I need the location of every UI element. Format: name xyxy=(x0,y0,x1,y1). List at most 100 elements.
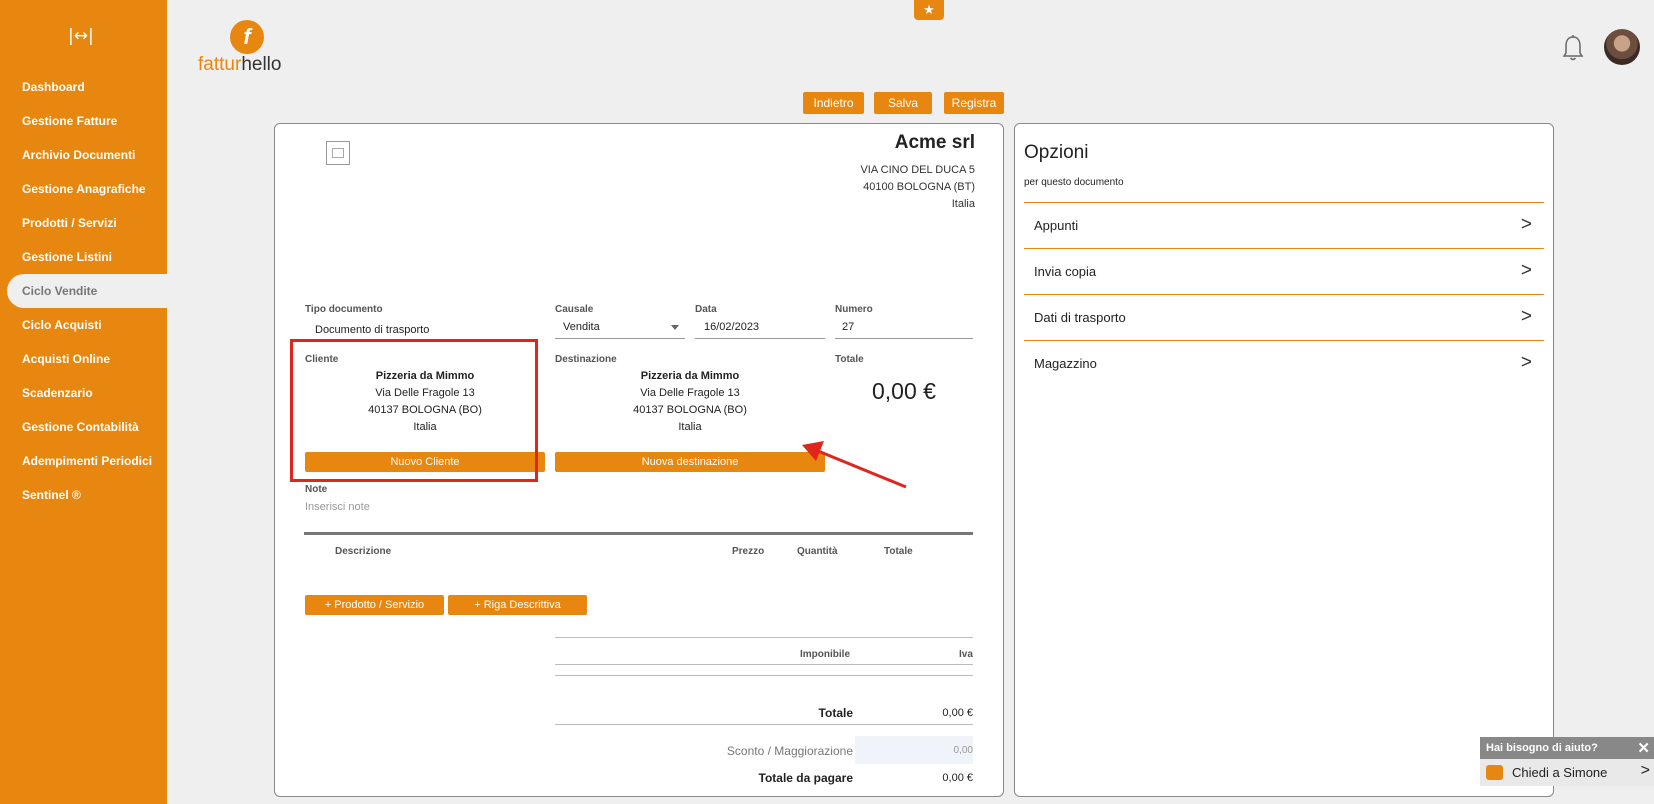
company-city: 40100 BOLOGNA (BT) xyxy=(863,181,975,193)
note-input[interactable]: Inserisci note xyxy=(305,501,370,513)
date-input[interactable]: 16/02/2023 xyxy=(704,321,759,333)
company-logo-placeholder-icon[interactable] xyxy=(326,141,350,165)
summary-divider-1 xyxy=(555,664,973,665)
discount-label: Sconto / Maggiorazione xyxy=(726,744,853,758)
sidebar-item-ciclo-vendite[interactable]: Ciclo Vendite xyxy=(7,274,167,308)
user-avatar[interactable] xyxy=(1604,29,1640,65)
new-destination-button[interactable]: Nuova destinazione xyxy=(555,452,825,472)
chevron-right-icon: > xyxy=(1520,214,1532,235)
to-pay-value: 0,00 € xyxy=(942,772,973,784)
number-label: Numero xyxy=(835,304,873,315)
ask-simone-button[interactable]: Chiedi a Simone > xyxy=(1480,759,1654,786)
discount-input[interactable]: 0,00 xyxy=(875,745,973,756)
sidebar-item-adempimenti-periodici[interactable]: Adempimenti Periodici xyxy=(0,444,167,478)
chevron-right-icon: > xyxy=(1520,306,1532,327)
summary-totale-label: Totale xyxy=(818,706,853,720)
save-button[interactable]: Salva xyxy=(874,92,932,114)
causale-underline xyxy=(555,338,685,339)
option-label: Dati di trasporto xyxy=(1034,310,1126,325)
bot-icon xyxy=(1486,765,1503,780)
sidebar-item-gestione-fatture[interactable]: Gestione Fatture xyxy=(0,104,167,138)
register-button[interactable]: Registra xyxy=(944,92,1004,114)
destinazione-name: Pizzeria da Mimmo xyxy=(640,370,740,382)
sidebar: |↔| Dashboard Gestione Fatture Archivio … xyxy=(0,0,167,804)
option-appunti[interactable]: Appunti > xyxy=(1024,202,1544,248)
number-underline xyxy=(835,338,973,339)
date-label: Data xyxy=(695,304,717,315)
help-widget: Hai bisogno di aiuto? ✕ Chiedi a Simone … xyxy=(1480,737,1654,804)
col-iva: Iva xyxy=(959,649,973,660)
col-totale: Totale xyxy=(884,546,913,557)
option-invia-copia[interactable]: Invia copia > xyxy=(1024,248,1544,294)
annotation-arrow-icon xyxy=(802,441,907,489)
collapse-sidebar-icon[interactable]: |↔| xyxy=(68,26,94,46)
logo-mark-icon: f xyxy=(230,20,264,54)
sidebar-item-gestione-anagrafiche[interactable]: Gestione Anagrafiche xyxy=(0,172,167,206)
doc-type-select[interactable]: Documento di trasporto xyxy=(315,324,429,336)
summary-divider-2 xyxy=(555,675,973,676)
ask-simone-label: Chiedi a Simone xyxy=(1512,765,1608,780)
summary-divider-top xyxy=(555,637,973,638)
chevron-right-icon: > xyxy=(1520,352,1532,373)
option-dati-trasporto[interactable]: Dati di trasporto > xyxy=(1024,294,1544,340)
app-logo[interactable]: f fatturhello xyxy=(198,20,308,75)
help-title: Hai bisogno di aiuto? xyxy=(1486,742,1598,754)
sidebar-item-acquisti-online[interactable]: Acquisti Online xyxy=(0,342,167,376)
favorite-star-icon[interactable]: ★ xyxy=(914,0,944,20)
option-magazzino[interactable]: Magazzino > xyxy=(1024,340,1544,386)
causale-label: Causale xyxy=(555,304,594,315)
causale-dropdown-icon[interactable] xyxy=(671,325,679,330)
sidebar-item-scadenzario[interactable]: Scadenzario xyxy=(0,376,167,410)
destinazione-country: Italia xyxy=(678,421,702,433)
destinazione-label: Destinazione xyxy=(555,354,617,365)
option-label: Magazzino xyxy=(1034,356,1097,371)
sidebar-item-dashboard[interactable]: Dashboard xyxy=(0,70,167,104)
company-name: Acme srl xyxy=(894,132,975,153)
sidebar-item-sentinel[interactable]: Sentinel ® xyxy=(0,478,167,512)
close-icon[interactable]: ✕ xyxy=(1637,739,1650,757)
summary-totale-value: 0,00 € xyxy=(942,707,973,719)
totale-value: 0,00 € xyxy=(872,378,936,404)
to-pay-label: Totale da pagare xyxy=(758,771,853,785)
col-descrizione: Descrizione xyxy=(335,546,392,557)
help-header: Hai bisogno di aiuto? ✕ xyxy=(1480,737,1654,759)
chevron-right-icon: > xyxy=(1520,260,1532,281)
col-imponibile: Imponibile xyxy=(800,649,850,660)
option-label: Appunti xyxy=(1034,218,1079,233)
note-label: Note xyxy=(305,484,328,495)
company-address: VIA CINO DEL DUCA 5 xyxy=(860,164,975,176)
document-editor: Acme srl VIA CINO DEL DUCA 5 40100 BOLOG… xyxy=(274,123,1004,797)
sidebar-item-archivio-documenti[interactable]: Archivio Documenti xyxy=(0,138,167,172)
logo-text-part2: hello xyxy=(241,54,282,75)
col-quantita: Quantità xyxy=(797,546,838,557)
doc-type-label: Tipo documento xyxy=(305,304,383,315)
notification-bell-icon[interactable] xyxy=(1561,34,1585,64)
options-panel: Opzioni per questo documento Appunti > I… xyxy=(1014,123,1554,797)
chevron-right-icon: > xyxy=(1640,762,1650,779)
causale-select[interactable]: Vendita xyxy=(563,321,600,333)
sidebar-item-prodotti-servizi[interactable]: Prodotti / Servizi xyxy=(0,206,167,240)
sidebar-item-gestione-listini[interactable]: Gestione Listini xyxy=(0,240,167,274)
company-header: Acme srl VIA CINO DEL DUCA 5 40100 BOLOG… xyxy=(860,132,975,213)
option-label: Invia copia xyxy=(1034,264,1097,279)
add-product-button[interactable]: + Prodotto / Servizio xyxy=(305,595,444,615)
sidebar-item-ciclo-acquisti[interactable]: Ciclo Acquisti xyxy=(0,308,167,342)
destinazione-city: 40137 BOLOGNA (BO) xyxy=(633,404,747,416)
back-button[interactable]: Indietro xyxy=(803,92,864,114)
highlight-box xyxy=(290,339,538,482)
date-underline xyxy=(695,338,825,339)
add-description-row-button[interactable]: + Riga Descrittiva xyxy=(448,595,587,615)
destinazione-block[interactable]: Pizzeria da Mimmo Via Delle Fragole 13 4… xyxy=(555,368,825,436)
summary-divider-3 xyxy=(555,724,973,725)
sidebar-item-gestione-contabilita[interactable]: Gestione Contabilità xyxy=(0,410,167,444)
logo-text: fatturhello xyxy=(198,54,281,76)
logo-text-part1: fattur xyxy=(198,54,242,75)
company-country: Italia xyxy=(951,198,975,210)
options-title: Opzioni xyxy=(1024,142,1089,163)
totale-label: Totale xyxy=(835,354,864,365)
number-input[interactable]: 27 xyxy=(842,321,854,333)
destinazione-street: Via Delle Fragole 13 xyxy=(640,387,740,399)
table-top-divider xyxy=(304,532,973,535)
col-prezzo: Prezzo xyxy=(732,546,765,557)
sidebar-nav: Dashboard Gestione Fatture Archivio Docu… xyxy=(0,70,167,512)
